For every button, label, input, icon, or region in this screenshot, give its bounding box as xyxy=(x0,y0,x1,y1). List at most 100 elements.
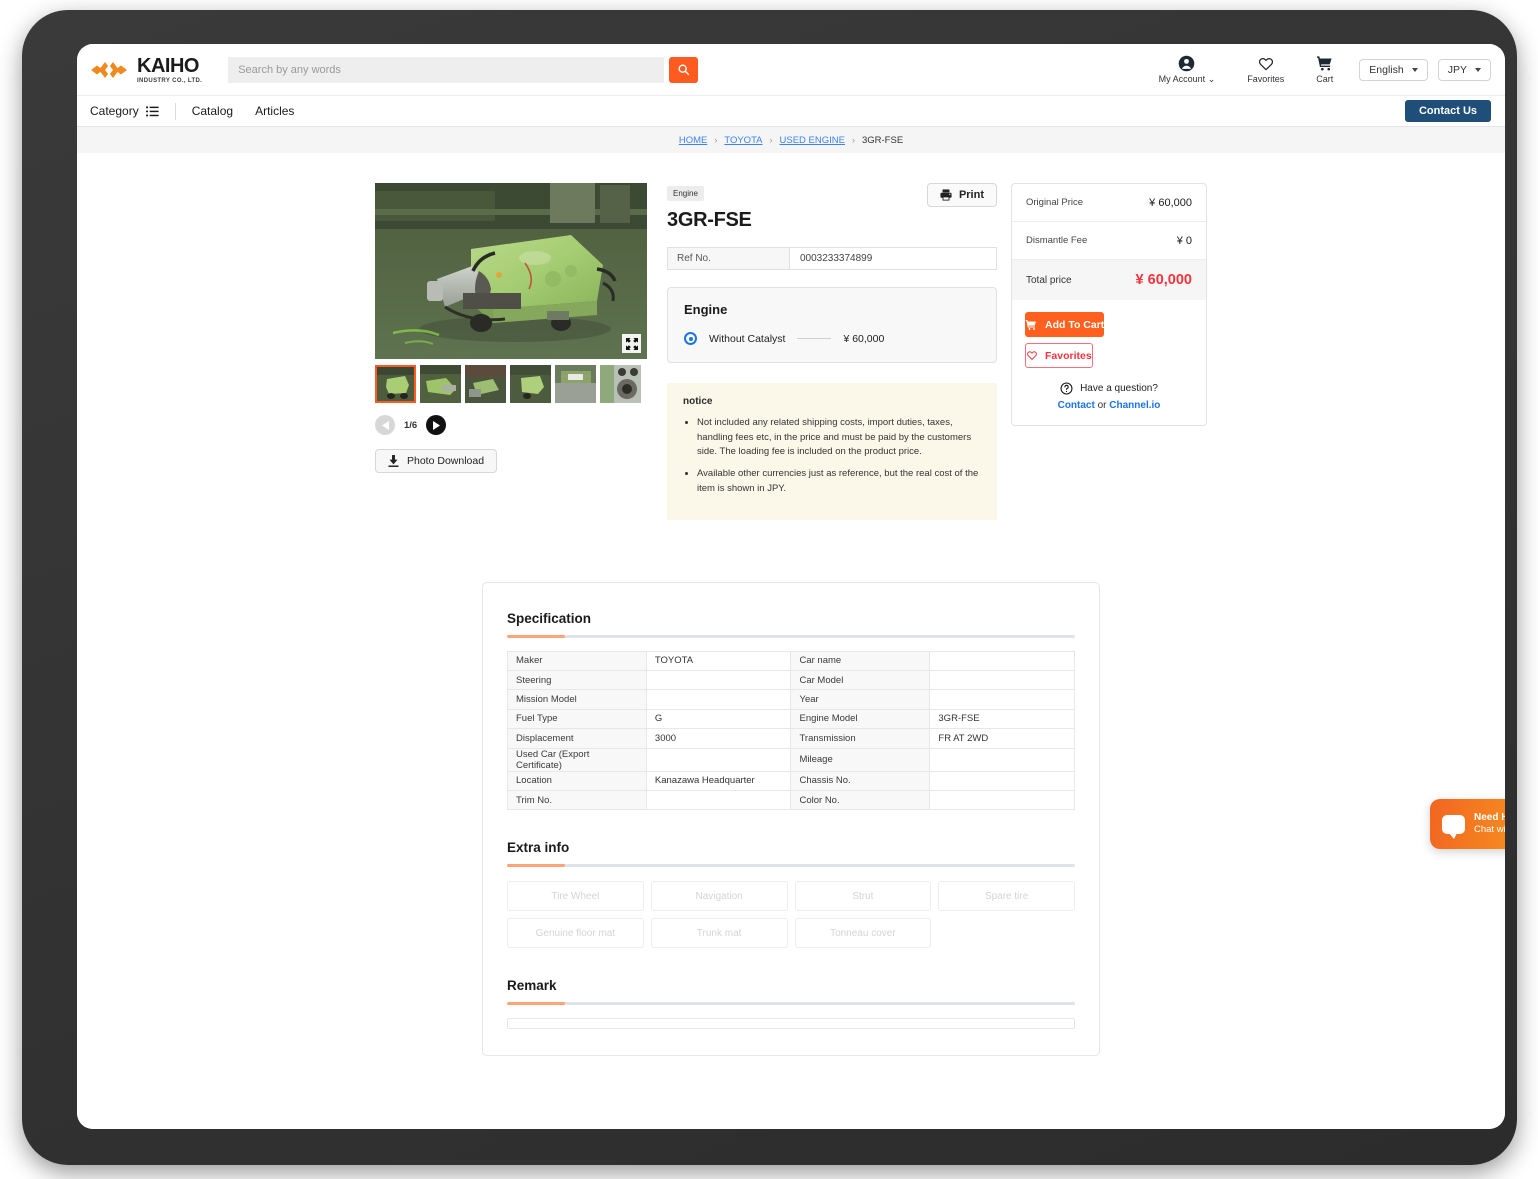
spec-key: Used Car (Export Certificate) xyxy=(507,747,647,772)
thumbnail-3[interactable] xyxy=(465,365,506,403)
print-label: Print xyxy=(958,189,984,201)
remark-field[interactable] xyxy=(507,1018,1075,1030)
spec-key: Car Model xyxy=(790,669,931,691)
extra-info-grid: Tire Wheel Navigation Strut Spare tire G… xyxy=(507,881,1075,949)
ref-no-row: Ref No. 0003233374899 xyxy=(667,247,997,270)
question-text: Have a question? xyxy=(1080,383,1158,394)
breadcrumb-item-toyota[interactable]: TOYOTA xyxy=(724,135,762,146)
chat-subtext: Chat with us xyxy=(1474,824,1505,836)
spec-key: Car name xyxy=(790,650,931,671)
main-product-image[interactable] xyxy=(375,183,647,359)
heart-outline-icon xyxy=(1026,350,1038,361)
main-navigation: Category Catalog Articles Contact Us xyxy=(77,95,1505,127)
option-separator xyxy=(797,338,832,339)
product-category-badge: Engine xyxy=(667,186,704,201)
breadcrumb: HOME › TOYOTA › USED ENGINE › 3GR-FSE xyxy=(77,127,1505,153)
heart-icon xyxy=(1258,56,1274,72)
account-avatar-icon xyxy=(1178,55,1195,72)
favorites-label: Favorites xyxy=(1045,349,1092,362)
thumbnail-6[interactable] xyxy=(600,365,641,403)
notice-item: Not included any related shipping costs,… xyxy=(697,416,981,460)
section-underline xyxy=(507,634,1075,638)
spec-key: Color No. xyxy=(790,789,931,811)
spec-value xyxy=(645,669,792,691)
shopping-cart-icon xyxy=(1316,55,1333,72)
spec-key: Transmission xyxy=(790,728,931,749)
section-underline xyxy=(507,864,1075,868)
extra-item-navigation[interactable]: Navigation xyxy=(650,881,788,912)
contact-us-button[interactable]: Contact Us xyxy=(1404,100,1491,122)
specification-title: Specification xyxy=(507,610,592,626)
extra-item-strut[interactable]: Strut xyxy=(794,881,932,912)
nav-item-catalog[interactable]: Catalog xyxy=(192,104,233,118)
table-row: Used Car (Export Certificate) Mileage xyxy=(507,747,1075,772)
extra-item-genuine-floor-mat[interactable]: Genuine floor mat xyxy=(507,918,644,949)
spec-key: Engine Model xyxy=(790,708,931,730)
photo-download-label: Photo Download xyxy=(407,455,485,467)
add-to-cart-label: Add To Cart xyxy=(1045,318,1105,331)
currency-selector[interactable]: JPY xyxy=(1437,58,1491,81)
ref-no-value: 0003233374899 xyxy=(790,248,996,269)
logo-tagline: INDUSTRY CO., LTD. xyxy=(137,77,203,84)
extra-item-tonneau-cover[interactable]: Tonneau cover xyxy=(794,918,932,949)
expand-fullscreen-icon[interactable] xyxy=(622,334,641,353)
tablet-device-frame: KAIHO INDUSTRY CO., LTD. Search by any w… xyxy=(22,10,1517,1165)
table-row: Trim No. Color No. xyxy=(507,789,1075,811)
spec-key: Displacement xyxy=(507,728,647,749)
extra-item-tire-wheel[interactable]: Tire Wheel xyxy=(507,881,644,912)
site-logo[interactable]: KAIHO INDUSTRY CO., LTD. xyxy=(90,56,202,84)
contact-link[interactable]: Contact xyxy=(1058,400,1095,411)
add-to-favorites-button[interactable]: Favorites xyxy=(1025,343,1093,368)
spec-key: Year xyxy=(790,689,931,710)
section-underline xyxy=(507,1002,1075,1006)
favorites-button[interactable]: Favorites xyxy=(1231,56,1300,84)
search-input[interactable] xyxy=(228,56,665,83)
photo-download-button[interactable]: Photo Download xyxy=(375,449,498,473)
breadcrumb-item-home[interactable]: HOME xyxy=(679,135,708,146)
add-to-cart-button[interactable]: Add To Cart xyxy=(1025,312,1105,337)
purchase-panel: Original Price ¥ 60,000 Dismantle Fee ¥ … xyxy=(1011,183,1207,520)
product-title: 3GR-FSE xyxy=(667,209,752,231)
cart-button[interactable]: Cart xyxy=(1300,55,1349,84)
chat-widget[interactable]: Need Help? Chat with us xyxy=(1430,799,1505,849)
thumbnail-2[interactable] xyxy=(420,365,461,403)
spec-value xyxy=(645,789,792,811)
total-price-row: Total price ¥ 60,000 xyxy=(1012,260,1206,300)
language-selector[interactable]: English xyxy=(1359,58,1428,81)
category-menu-button[interactable]: Category xyxy=(90,104,159,118)
question-mark-icon xyxy=(1060,382,1073,395)
breadcrumb-item-used-engine[interactable]: USED ENGINE xyxy=(780,135,845,146)
thumbnail-4[interactable] xyxy=(510,365,551,403)
gallery-prev-button[interactable] xyxy=(375,415,395,435)
printer-icon xyxy=(940,189,952,201)
radio-without-catalyst[interactable] xyxy=(684,332,697,345)
table-row: Maker TOYOTA Car name xyxy=(507,650,1075,671)
specification-table: Maker TOYOTA Car name Steering Car Model… xyxy=(507,650,1075,811)
extra-item-spare-tire[interactable]: Spare tire xyxy=(938,881,1075,912)
nav-item-articles[interactable]: Articles xyxy=(255,104,294,118)
notice-list: Not included any related shipping costs,… xyxy=(697,416,981,497)
gallery-next-button[interactable] xyxy=(426,415,447,435)
spec-value: G xyxy=(645,708,792,730)
option-row-without-catalyst[interactable]: Without Catalyst ¥ 60,000 xyxy=(684,332,980,345)
or-text: or xyxy=(1094,400,1110,411)
search-submit-button[interactable] xyxy=(669,56,699,83)
specification-panel: Specification Maker TOYOTA Car name Stee… xyxy=(482,581,1100,1057)
option-group-title: Engine xyxy=(684,302,728,317)
thumbnail-5[interactable] xyxy=(555,365,596,403)
logo-wordmark: KAIHO xyxy=(137,54,199,77)
extra-item-trunk-mat[interactable]: Trunk mat xyxy=(650,918,788,949)
spec-value: TOYOTA xyxy=(645,650,792,671)
ref-no-label: Ref No. xyxy=(668,248,790,269)
language-value: English xyxy=(1369,63,1404,76)
spec-value xyxy=(929,747,1075,772)
table-row: Steering Car Model xyxy=(507,669,1075,691)
nav-divider xyxy=(174,102,176,120)
print-button[interactable]: Print xyxy=(926,183,997,207)
my-account-button[interactable]: My Account ⌄ xyxy=(1143,55,1232,85)
thumbnail-1[interactable] xyxy=(375,365,416,403)
breadcrumb-item-current: 3GR-FSE xyxy=(861,134,904,146)
channel-io-link[interactable]: Channel.io xyxy=(1109,400,1160,411)
